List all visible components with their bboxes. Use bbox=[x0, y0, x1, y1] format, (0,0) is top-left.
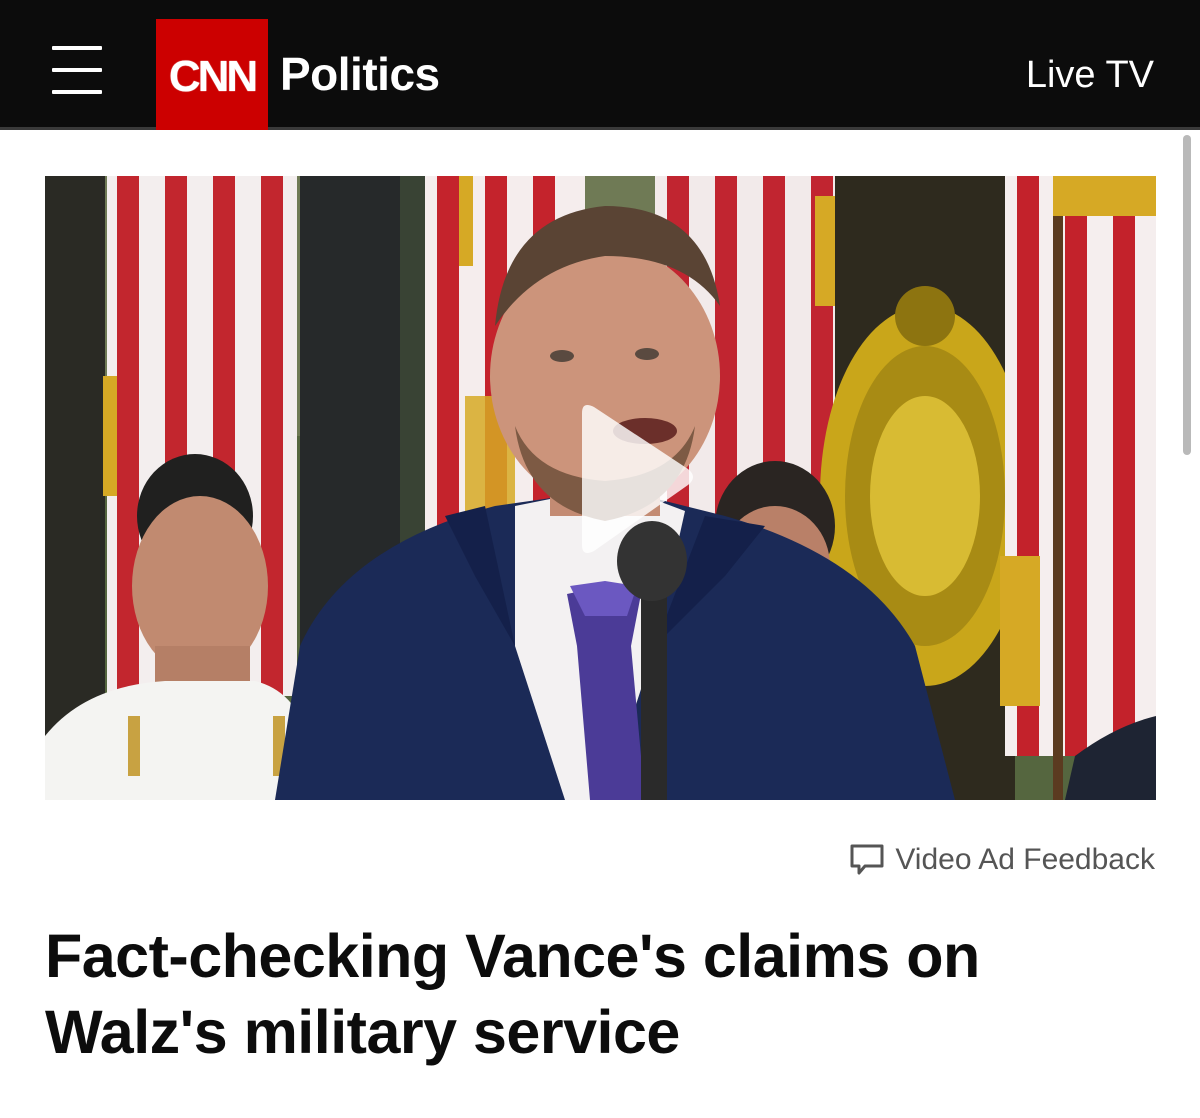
video-ad-feedback-label: Video Ad Feedback bbox=[895, 843, 1155, 876]
section-title[interactable]: Politics bbox=[280, 46, 440, 102]
menu-icon[interactable] bbox=[52, 44, 104, 96]
video-player[interactable] bbox=[45, 176, 1156, 800]
cnn-logo[interactable]: CNN bbox=[156, 19, 268, 130]
play-icon bbox=[582, 405, 693, 553]
video-ad-feedback-link[interactable]: Video Ad Feedback bbox=[849, 840, 1155, 880]
live-tv-link[interactable]: Live TV bbox=[1026, 52, 1154, 98]
article-headline: Fact-checking Vance's claims on Walz's m… bbox=[45, 922, 980, 1066]
scrollbar-thumb[interactable] bbox=[1183, 135, 1191, 455]
menu-icon-line bbox=[52, 68, 102, 72]
menu-icon-line bbox=[52, 46, 102, 50]
menu-icon-line bbox=[52, 90, 102, 94]
speech-bubble-icon bbox=[850, 844, 884, 875]
top-navigation-bar: CNN Politics Live TV bbox=[0, 0, 1200, 130]
